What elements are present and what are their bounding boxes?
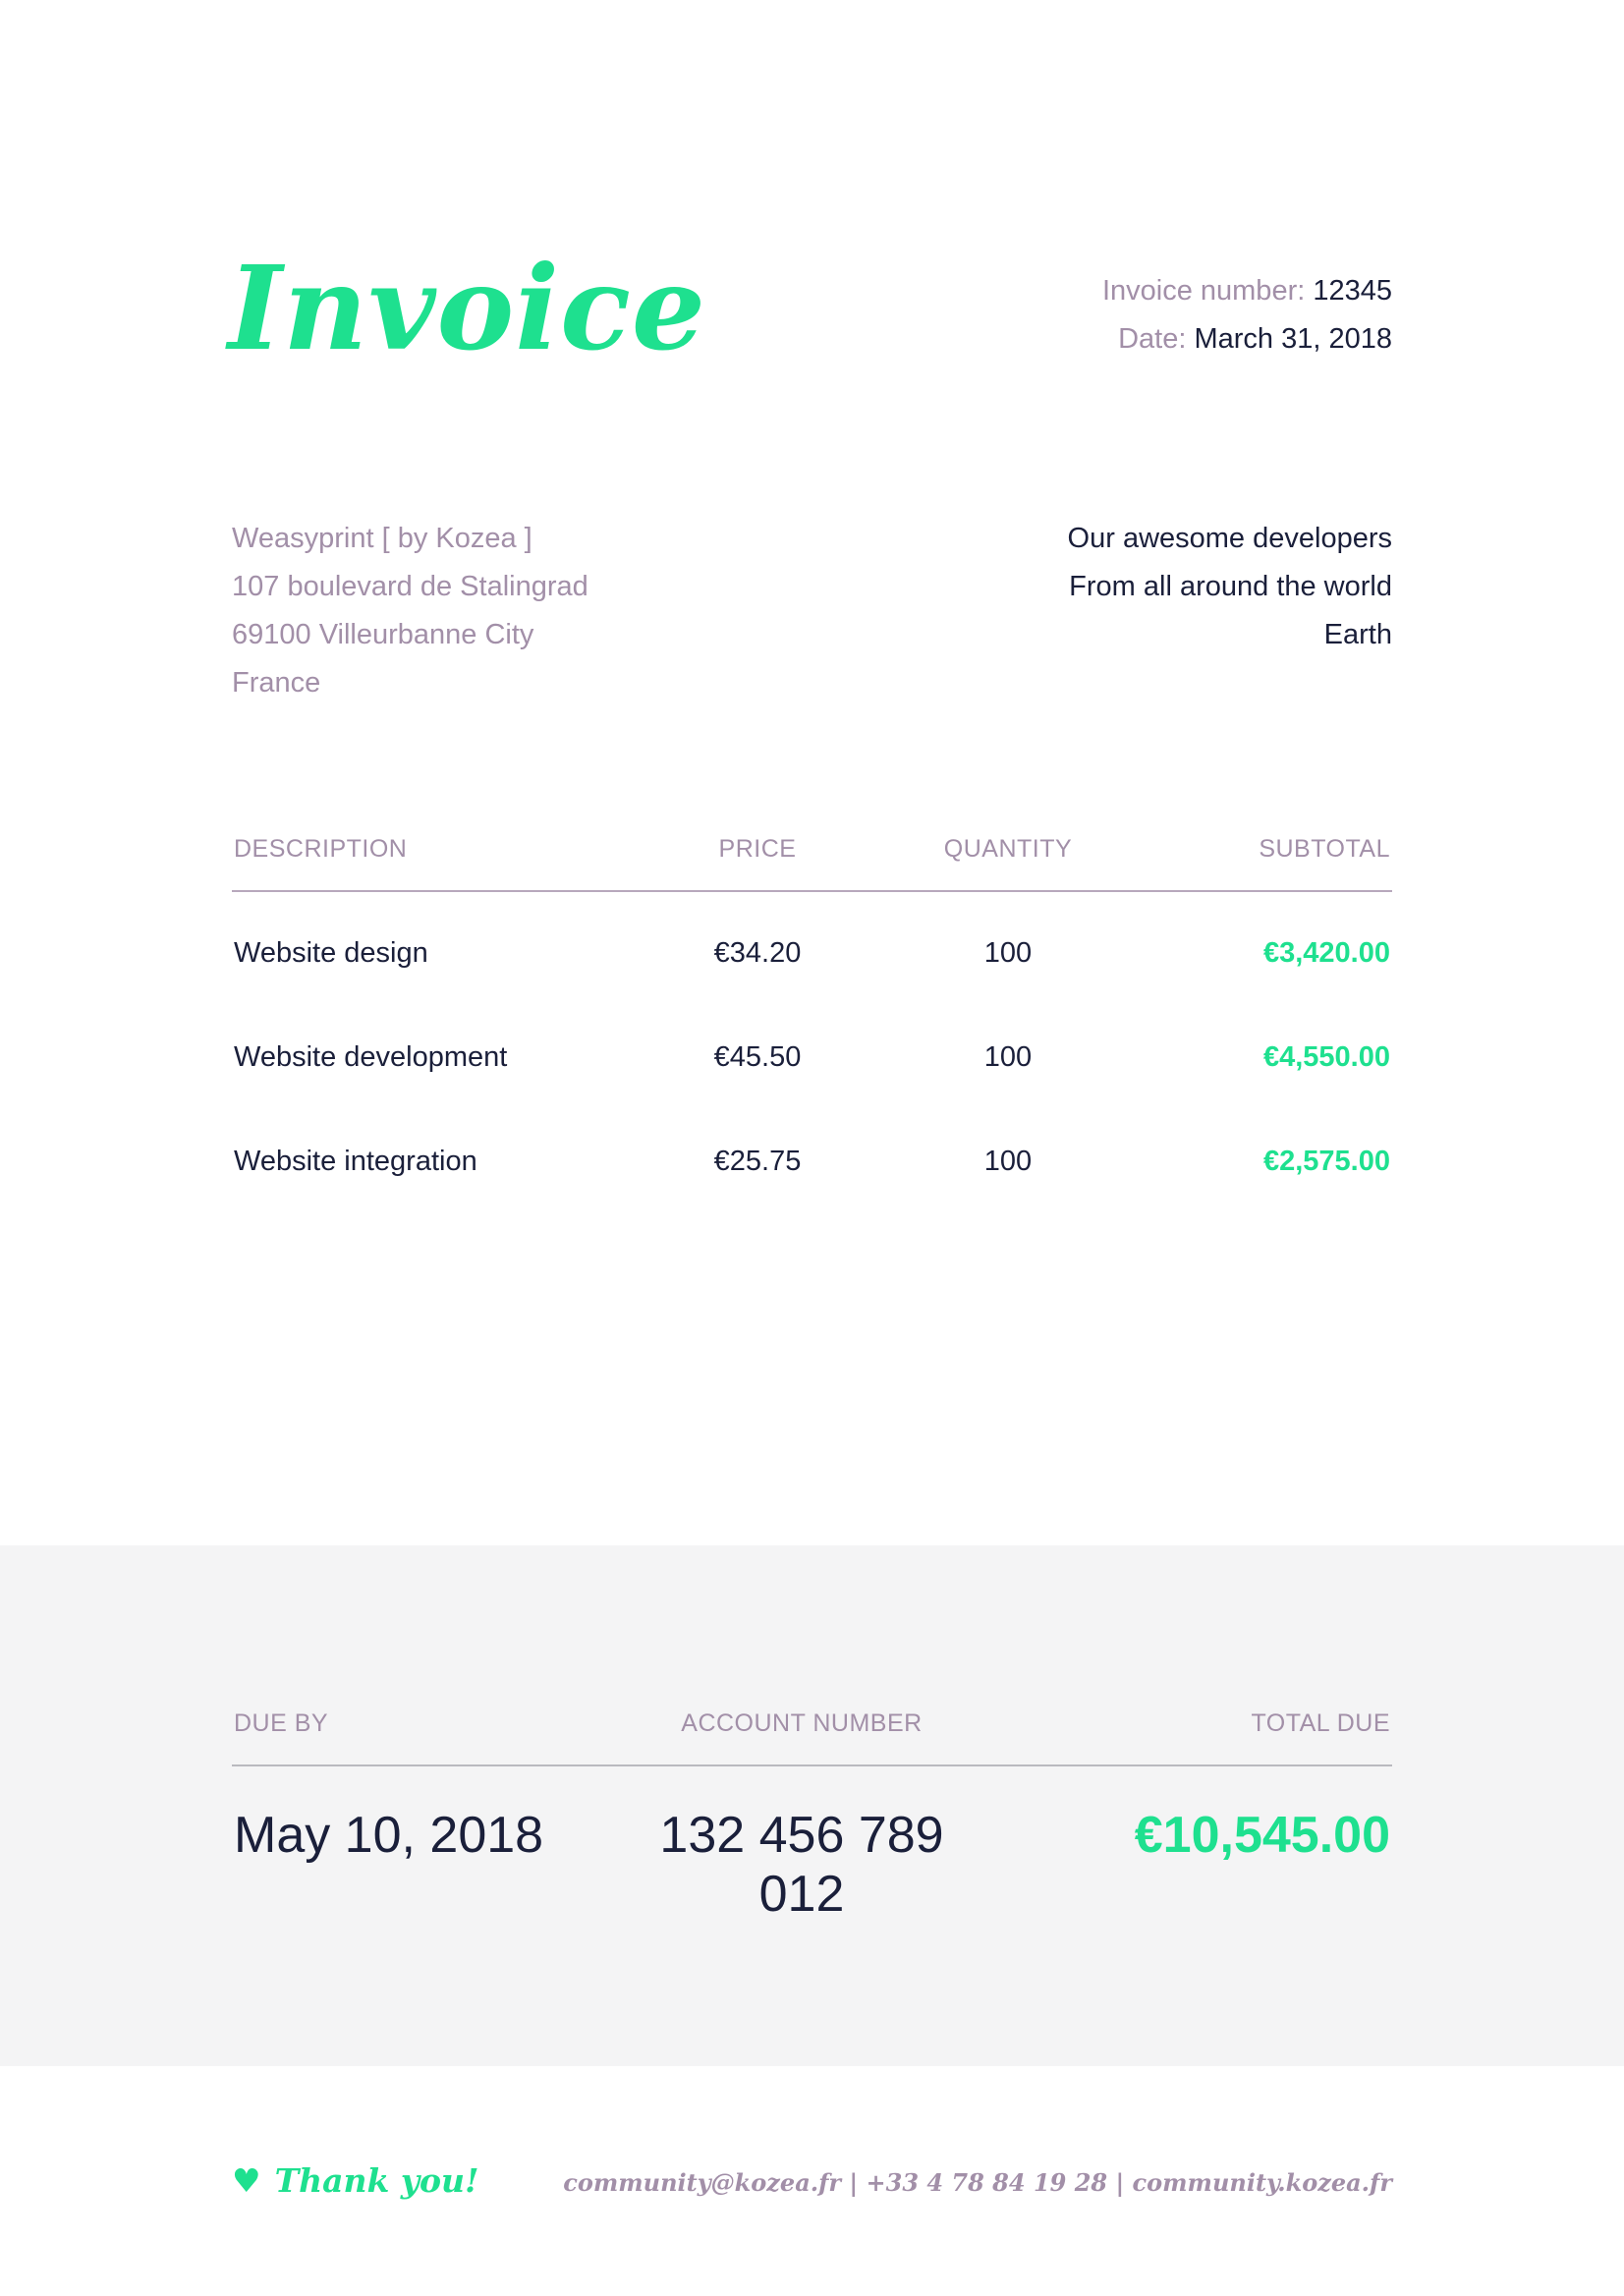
table-row: Website development €45.50 100 €4,550.00 — [232, 1002, 1392, 1106]
items-table: DESCRIPTION PRICE QUANTITY SUBTOTAL Webs… — [232, 825, 1392, 1210]
heart-icon: ♥ — [232, 2161, 261, 2200]
recipient-address-line: From all around the world — [1069, 571, 1392, 602]
invoice-title: Invoice — [228, 240, 707, 376]
payment-summary: DUE BY ACCOUNT NUMBER TOTAL DUE May 10, … — [0, 1545, 1624, 2066]
payment-summary-header: DUE BY ACCOUNT NUMBER TOTAL DUE — [232, 1700, 1392, 1766]
item-subtotal: €3,420.00 — [1262, 937, 1390, 969]
item-subtotal: €4,550.00 — [1262, 1041, 1390, 1073]
invoice-number-value: 12345 — [1313, 275, 1392, 307]
item-description: Website development — [234, 1041, 508, 1073]
header-quantity: QUANTITY — [943, 835, 1073, 863]
item-description: Website integration — [234, 1146, 477, 1177]
thank-you-note: ♥ Thank you! — [232, 2161, 479, 2200]
table-row: Website integration €25.75 100 €2,575.00 — [232, 1106, 1392, 1210]
item-price: €45.50 — [713, 1041, 802, 1073]
header-price: PRICE — [718, 835, 797, 863]
table-row: Website design €34.20 100 €3,420.00 — [232, 898, 1392, 1002]
invoice-date-line: Date: March 31, 2018 — [1102, 315, 1392, 364]
payment-summary-content: DUE BY ACCOUNT NUMBER TOTAL DUE May 10, … — [232, 1700, 1392, 1923]
total-due: €10,545.00 — [1134, 1807, 1390, 1864]
item-quantity: 100 — [983, 1146, 1033, 1177]
sender-address-line: 69100 Villeurbanne City — [232, 619, 534, 650]
invoice-meta: Invoice number: 12345 Date: March 31, 20… — [1102, 267, 1392, 364]
items-table-body: Website design €34.20 100 €3,420.00 Webs… — [232, 892, 1392, 1210]
header-account-number: ACCOUNT NUMBER — [681, 1709, 923, 1737]
item-quantity: 100 — [983, 1041, 1033, 1073]
due-date: May 10, 2018 — [234, 1807, 544, 1864]
recipient-address: Our awesome developers From all around t… — [1068, 515, 1392, 659]
header-due-by: DUE BY — [234, 1709, 329, 1737]
recipient-address-line: Earth — [1323, 619, 1392, 650]
sender-address-line: France — [232, 667, 321, 699]
header-total-due: TOTAL DUE — [1251, 1709, 1390, 1737]
sender-address-line: Weasyprint [ by Kozea ] — [232, 523, 532, 554]
account-number: 132 456 789 012 — [659, 1807, 944, 1923]
thank-you-text: Thank you! — [274, 2161, 479, 2200]
invoice-number-label: Invoice number: — [1101, 275, 1306, 307]
header-subtotal: SUBTOTAL — [1259, 835, 1390, 863]
sender-address: Weasyprint [ by Kozea ] 107 boulevard de… — [232, 515, 588, 707]
item-subtotal: €2,575.00 — [1262, 1146, 1390, 1177]
contact-info: community@kozea.fr | +33 4 78 84 19 28 |… — [563, 2168, 1392, 2197]
invoice-date-value: March 31, 2018 — [1194, 323, 1392, 355]
invoice-number-line: Invoice number: 12345 — [1102, 267, 1392, 315]
recipient-address-line: Our awesome developers — [1067, 523, 1392, 554]
item-price: €25.75 — [713, 1146, 802, 1177]
item-quantity: 100 — [983, 937, 1033, 969]
header-description: DESCRIPTION — [234, 835, 408, 863]
item-description: Website design — [234, 937, 428, 969]
item-price: €34.20 — [713, 937, 802, 969]
items-table-header: DESCRIPTION PRICE QUANTITY SUBTOTAL — [232, 825, 1392, 892]
invoice-date-label: Date: — [1118, 323, 1187, 355]
sender-address-line: 107 boulevard de Stalingrad — [232, 571, 588, 602]
